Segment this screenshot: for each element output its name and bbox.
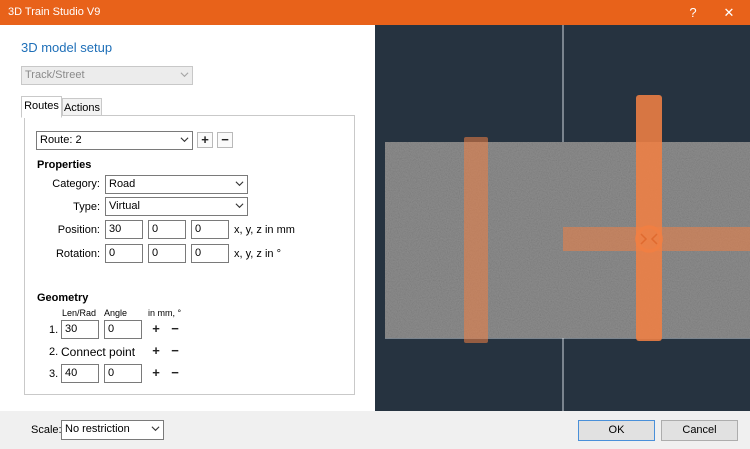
title-bar: 3D Train Studio V9 ? ✕ xyxy=(0,0,750,25)
segment-angle-input[interactable]: 0 xyxy=(104,320,142,339)
close-icon[interactable]: ✕ xyxy=(712,0,746,25)
setup-pane: 3D model setup Track/Street Routes Actio… xyxy=(0,25,375,411)
rotation-unit: x, y, z in ° xyxy=(234,248,281,260)
scale-select[interactable]: No restriction xyxy=(61,420,164,440)
track-segment-left xyxy=(464,137,488,343)
model-type-select[interactable]: Track/Street xyxy=(21,66,193,85)
cancel-button[interactable]: Cancel xyxy=(661,420,738,441)
scale-value: No restriction xyxy=(65,423,130,435)
position-y-input[interactable]: 0 xyxy=(148,220,186,239)
connect-point-label: Connect point xyxy=(61,345,136,359)
rotation-y-input[interactable]: 0 xyxy=(148,244,186,263)
segment-length-input[interactable]: 40 xyxy=(61,364,99,383)
add-segment-button[interactable]: + xyxy=(148,322,164,338)
tab-routes[interactable]: Routes xyxy=(21,96,62,118)
window-title: 3D Train Studio V9 xyxy=(8,6,101,18)
dialog-footer: Scale: No restriction OK Cancel xyxy=(0,411,750,449)
position-x-input[interactable]: 30 xyxy=(105,220,143,239)
3d-scene xyxy=(385,25,750,411)
geometry-unit-header: in mm, ° xyxy=(148,308,182,318)
3d-viewport[interactable] xyxy=(375,25,750,411)
category-label: Category: xyxy=(52,178,100,190)
chevron-down-icon xyxy=(235,181,244,187)
remove-route-button[interactable]: − xyxy=(217,132,233,148)
rotation-x-input[interactable]: 0 xyxy=(105,244,143,263)
position-unit: x, y, z in mm xyxy=(234,224,295,236)
geometry-row-index: 2. xyxy=(49,346,59,358)
category-select[interactable]: Road xyxy=(105,175,248,194)
segment-angle-input[interactable]: 0 xyxy=(104,364,142,383)
type-select[interactable]: Virtual xyxy=(105,197,248,216)
route-select-value: Route: 2 xyxy=(40,134,82,146)
type-label: Type: xyxy=(73,201,100,213)
chevron-down-icon xyxy=(235,203,244,209)
scale-label: Scale: xyxy=(31,424,62,436)
type-value: Virtual xyxy=(109,200,140,212)
ok-button[interactable]: OK xyxy=(578,420,655,441)
chevron-down-icon xyxy=(180,72,189,78)
remove-segment-button[interactable]: − xyxy=(167,322,183,338)
add-segment-button[interactable]: + xyxy=(148,344,164,360)
segment-length-input[interactable]: 30 xyxy=(61,320,99,339)
properties-heading: Properties xyxy=(37,159,92,171)
chevron-down-icon xyxy=(180,137,189,143)
add-route-button[interactable]: + xyxy=(197,132,213,148)
add-segment-button[interactable]: + xyxy=(148,366,164,382)
geometry-angle-header: Angle xyxy=(104,308,128,318)
remove-segment-button[interactable]: − xyxy=(167,344,183,360)
route-select[interactable]: Route: 2 xyxy=(36,131,193,150)
track-segment-vertical xyxy=(636,95,662,341)
remove-segment-button[interactable]: − xyxy=(167,366,183,382)
geometry-row-index: 1. xyxy=(49,324,59,336)
category-value: Road xyxy=(109,178,136,190)
rotation-z-input[interactable]: 0 xyxy=(191,244,229,263)
page-title: 3D model setup xyxy=(21,40,113,55)
chevron-down-icon xyxy=(151,426,160,432)
geometry-len-header: Len/Rad xyxy=(62,308,97,318)
geometry-row-index: 3. xyxy=(49,368,59,380)
geometry-heading: Geometry xyxy=(37,292,89,304)
rotation-label: Rotation: xyxy=(55,248,100,260)
position-label: Position: xyxy=(57,224,100,236)
model-type-value: Track/Street xyxy=(25,69,85,81)
help-icon[interactable]: ? xyxy=(676,0,710,25)
position-z-input[interactable]: 0 xyxy=(191,220,229,239)
